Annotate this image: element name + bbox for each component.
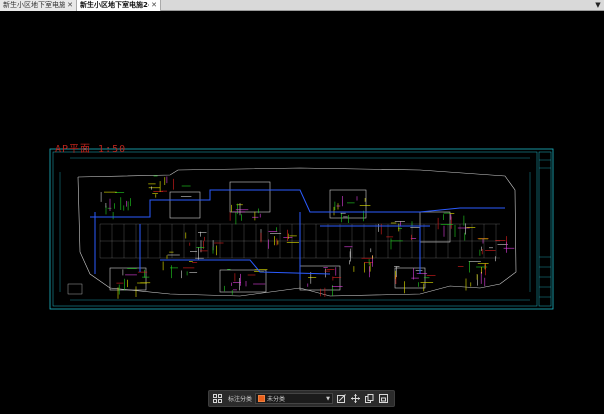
detail-clusters <box>100 175 515 299</box>
title-block-lines <box>539 159 551 298</box>
legend-box <box>67 283 83 295</box>
caret-down-icon: ▼ <box>326 395 331 402</box>
bottom-toolbar: 标注分类 未分类 ▼ <box>208 390 395 407</box>
grid-icon[interactable] <box>212 393 223 404</box>
tab-document-2[interactable]: 新生小区地下室电施2-- ✕ <box>77 0 161 11</box>
caret-down-icon[interactable]: ▼ <box>592 0 604 10</box>
layers-icon[interactable] <box>378 393 389 404</box>
drawing-canvas[interactable]: AP平面 1:50 <box>0 12 604 414</box>
drawing-scale-title: AP平面 1:50 <box>55 144 127 155</box>
tab-label: 新生小区地下室电施2-- <box>3 1 66 9</box>
dimension-lines <box>59 157 531 301</box>
drawing-inner-frame <box>52 151 538 307</box>
tab-label: 新生小区地下室电施2-- <box>80 1 150 9</box>
building-walls <box>77 167 517 297</box>
annotate-icon[interactable] <box>336 393 347 404</box>
cad-drawing <box>49 148 554 310</box>
close-icon[interactable]: ✕ <box>151 0 157 11</box>
cable-trays <box>90 189 505 280</box>
layer-category-label: 标注分类 <box>228 396 253 403</box>
cad-viewer-window: 新生小区地下室电施2-- ✕ 新生小区地下室电施2-- ✕ ▼ <box>0 0 604 414</box>
tab-bar-spacer <box>161 0 592 10</box>
document-tab-bar: 新生小区地下室电施2-- ✕ 新生小区地下室电施2-- ✕ ▼ <box>0 0 604 11</box>
title-block <box>538 151 552 307</box>
close-icon[interactable]: ✕ <box>67 0 73 11</box>
pan-icon[interactable] <box>350 393 361 404</box>
layer-color-swatch <box>258 395 266 402</box>
copy-icon[interactable] <box>364 393 375 404</box>
layer-category-select[interactable]: 未分类 ▼ <box>255 393 334 404</box>
tab-document-1[interactable]: 新生小区地下室电施2-- ✕ <box>0 0 77 11</box>
layer-select-value: 未分类 <box>267 396 286 403</box>
